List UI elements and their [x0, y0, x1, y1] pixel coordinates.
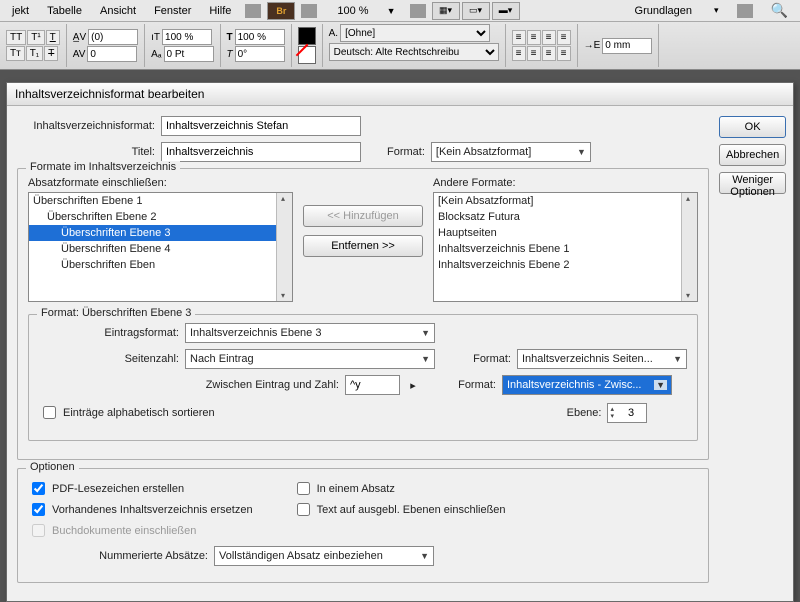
list-item[interactable]: Überschriften Eben	[29, 257, 292, 273]
replace-checkbox[interactable]: Vorhandenes Inhaltsverzeichnis ersetzen	[28, 500, 253, 519]
page-fmt-select[interactable]: Inhaltsverzeichnis Seiten...▼	[517, 349, 687, 369]
language-select[interactable]: Deutsch: Alte Rechtschreibu	[329, 43, 499, 61]
strike-icon[interactable]: T	[44, 46, 58, 61]
special-char-icon[interactable]: ▸	[406, 379, 420, 392]
list-item[interactable]: Überschriften Ebene 3	[29, 225, 292, 241]
arrange-icon[interactable]: ▬▾	[492, 2, 520, 20]
entry-format-select[interactable]: Inhaltsverzeichnis Ebene 3▼	[185, 323, 435, 343]
zoom-level[interactable]: 100 %	[329, 3, 376, 19]
tracking-input[interactable]	[87, 46, 137, 62]
toc-format-label: Inhaltsverzeichnisformat:	[17, 120, 155, 132]
page-num-select[interactable]: Nach Eintrag▼	[185, 349, 435, 369]
smallcaps-icon[interactable]: Tᴛ	[6, 46, 25, 61]
entry-format-label: Eintragsformat:	[39, 327, 179, 339]
numbered-select[interactable]: Vollständigen Absatz einbeziehen▼	[214, 546, 434, 566]
level-stepper[interactable]: ▴▾	[607, 403, 647, 423]
between-fmt-label: Format:	[446, 379, 496, 391]
title-input[interactable]	[161, 142, 361, 162]
numbered-label: Nummerierte Absätze:	[28, 550, 208, 562]
include-listbox[interactable]: Überschriften Ebene 1Überschriften Ebene…	[28, 192, 293, 302]
underline-icon[interactable]: T	[46, 30, 60, 45]
options-fieldset: Optionen PDF-Lesezeichen erstellen Vorha…	[17, 468, 709, 583]
bridge-icon[interactable]: Br	[267, 2, 295, 20]
include-label: Absatzformate einschließen:	[28, 177, 293, 189]
menubar: jekt Tabelle Ansicht Fenster Hilfe Br 10…	[0, 0, 800, 22]
format-style-fieldset: Format: Überschriften Ebene 3 Eintragsfo…	[28, 314, 698, 441]
align-center-icon[interactable]: ≡	[527, 30, 541, 45]
align-right-icon[interactable]: ≡	[542, 30, 556, 45]
dialog-title: Inhaltsverzeichnisformat bearbeiten	[7, 83, 793, 106]
justify-left-icon[interactable]: ≡	[512, 46, 526, 61]
title-label: Titel:	[17, 146, 155, 158]
justify-icon[interactable]: ≡	[557, 30, 571, 45]
align-left-icon[interactable]: ≡	[512, 30, 526, 45]
list-item[interactable]: Überschriften Ebene 1	[29, 193, 292, 209]
page-num-label: Seitenzahl:	[39, 353, 179, 365]
remove-button[interactable]: Entfernen >>	[303, 235, 423, 257]
fs3-legend: Optionen	[26, 461, 79, 473]
stroke-swatch[interactable]	[298, 46, 316, 64]
between-fmt-select[interactable]: Inhaltsverzeichnis - Zwisc...▼	[502, 375, 672, 395]
list-item[interactable]: Überschriften Ebene 2	[29, 209, 292, 225]
list-item[interactable]: [Kein Absatzformat]	[434, 193, 697, 209]
menu-item[interactable]: Fenster	[146, 3, 199, 19]
level-label: Ebene:	[567, 407, 602, 419]
workspace-switcher[interactable]: Grundlagen	[627, 3, 701, 19]
list-item[interactable]: Inhaltsverzeichnis Ebene 1	[434, 241, 697, 257]
scrollbar[interactable]	[276, 193, 292, 301]
charstyle-select[interactable]: [Ohne]	[340, 24, 490, 42]
hidden-checkbox[interactable]: Text auf ausgebl. Ebenen einschließen	[293, 500, 506, 519]
sort-checkbox[interactable]: Einträge alphabetisch sortieren	[39, 403, 215, 422]
kerning-input[interactable]	[88, 29, 138, 45]
allcaps-icon[interactable]: TT	[6, 30, 26, 45]
list-item[interactable]: Überschriften Ebene 4	[29, 241, 292, 257]
other-label: Andere Formate:	[433, 177, 698, 189]
format-label: Format:	[387, 146, 425, 158]
list-item[interactable]: Hauptseiten	[434, 225, 697, 241]
pdf-checkbox[interactable]: PDF-Lesezeichen erstellen	[28, 479, 253, 498]
subscript-icon[interactable]: T₁	[26, 46, 43, 61]
indent-input[interactable]	[602, 38, 652, 54]
toc-format-dialog: Inhaltsverzeichnisformat bearbeiten Inha…	[6, 82, 794, 602]
list-item[interactable]: Inhaltsverzeichnis Ebene 2	[434, 257, 697, 273]
menu-item[interactable]: Hilfe	[201, 3, 239, 19]
baseline-input[interactable]	[164, 46, 214, 62]
menu-item[interactable]: Ansicht	[92, 3, 144, 19]
para-format-select[interactable]: [Kein Absatzformat]▼	[431, 142, 591, 162]
scrollbar[interactable]	[681, 193, 697, 301]
search-icon[interactable]: 🔍	[763, 0, 796, 21]
cancel-button[interactable]: Abbrechen	[719, 144, 786, 166]
one-para-checkbox[interactable]: In einem Absatz	[293, 479, 506, 498]
formats-fieldset: Formate im Inhaltsverzeichnis Absatzform…	[17, 168, 709, 460]
menu-item[interactable]: Tabelle	[39, 3, 90, 19]
view-icon[interactable]: ▦▾	[432, 2, 460, 20]
skew-input[interactable]	[235, 46, 285, 62]
justify-right-icon[interactable]: ≡	[542, 46, 556, 61]
vscale-input[interactable]	[162, 29, 212, 45]
control-panel: TTT¹T TᴛT₁T A̲V AV ıT Aₐ T T	[0, 22, 800, 70]
hscale-input[interactable]	[235, 29, 285, 45]
other-listbox[interactable]: [Kein Absatzformat]Blocksatz FuturaHaupt…	[433, 192, 698, 302]
ok-button[interactable]: OK	[719, 116, 786, 138]
justify-all-icon[interactable]: ≡	[557, 46, 571, 61]
between-input[interactable]	[345, 375, 400, 395]
less-options-button[interactable]: Weniger Optionen	[719, 172, 786, 194]
page-fmt-label: Format:	[461, 353, 511, 365]
between-label: Zwischen Eintrag und Zahl:	[39, 379, 339, 391]
justify-center-icon[interactable]: ≡	[527, 46, 541, 61]
add-button[interactable]: << Hinzufügen	[303, 205, 423, 227]
menu-item[interactable]: jekt	[4, 3, 37, 19]
screen-mode-icon[interactable]: ▭▾	[462, 2, 490, 20]
superscript-icon[interactable]: T¹	[27, 30, 44, 45]
toc-format-input[interactable]	[161, 116, 361, 136]
fill-swatch[interactable]	[298, 27, 316, 45]
fs2-legend: Format: Überschriften Ebene 3	[37, 307, 195, 319]
book-checkbox[interactable]: Buchdokumente einschließen	[28, 521, 253, 540]
fs1-legend: Formate im Inhaltsverzeichnis	[26, 161, 180, 173]
list-item[interactable]: Blocksatz Futura	[434, 209, 697, 225]
